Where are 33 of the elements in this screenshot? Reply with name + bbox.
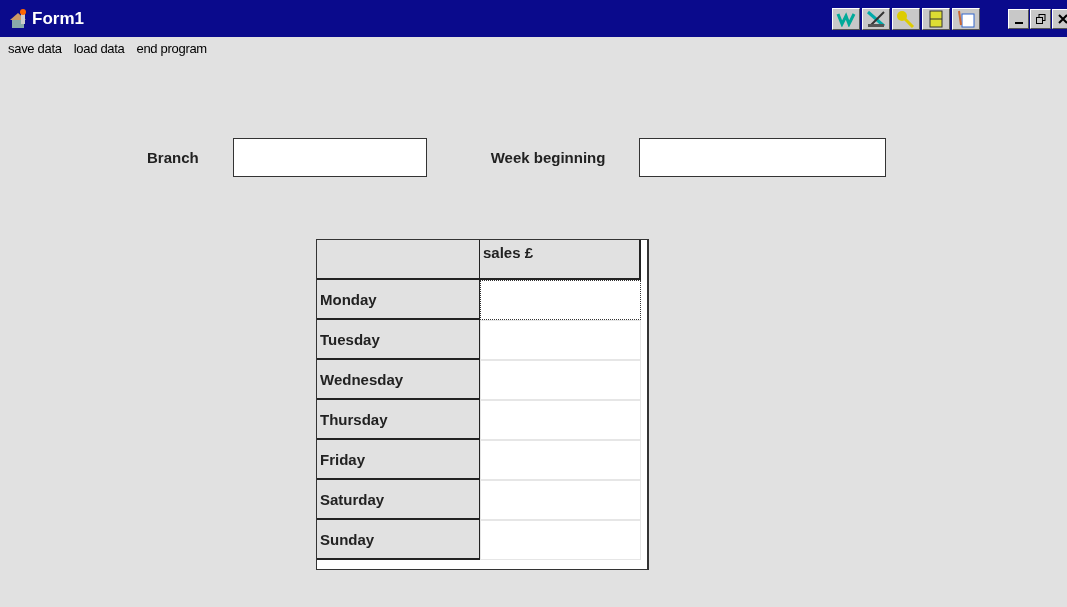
menu-item[interactable]: load data bbox=[73, 40, 125, 56]
toolbar-button[interactable] bbox=[892, 7, 920, 30]
pencil-paper-icon bbox=[956, 9, 976, 28]
row-header: Sunday bbox=[317, 520, 480, 560]
menu-item[interactable]: end program bbox=[136, 40, 207, 56]
field-label: Week beginning bbox=[490, 149, 606, 166]
menu-item[interactable]: save data bbox=[8, 40, 62, 56]
close-icon bbox=[1057, 13, 1067, 24]
window-title: Form1 bbox=[32, 8, 84, 29]
cabinet-icon bbox=[929, 9, 943, 28]
toolbar-button[interactable] bbox=[862, 7, 890, 30]
table-cell[interactable] bbox=[480, 280, 641, 320]
pencil-ruler-icon bbox=[866, 9, 886, 28]
input-field[interactable] bbox=[639, 138, 887, 177]
row-header: Thursday bbox=[317, 400, 480, 440]
row-header: Saturday bbox=[317, 480, 480, 520]
minimize-button[interactable] bbox=[1008, 8, 1029, 29]
row-header: Friday bbox=[317, 440, 480, 480]
restore-button[interactable] bbox=[1030, 8, 1051, 29]
toolbar-button[interactable] bbox=[952, 7, 980, 30]
input-field[interactable] bbox=[232, 138, 427, 177]
field-label: Branch bbox=[147, 149, 199, 166]
close-button[interactable] bbox=[1052, 8, 1067, 29]
row-header: Monday bbox=[317, 280, 480, 320]
toolbar-button[interactable] bbox=[832, 7, 860, 30]
row-header: Tuesday bbox=[317, 320, 480, 360]
toolbar-button[interactable] bbox=[922, 7, 950, 30]
restore-icon bbox=[1035, 13, 1046, 24]
key-icon bbox=[896, 9, 916, 28]
row-header: Wednesday bbox=[317, 360, 480, 400]
script-letter-icon bbox=[836, 10, 856, 27]
minimize-icon bbox=[1014, 21, 1023, 24]
column-header: sales £ bbox=[480, 240, 641, 280]
